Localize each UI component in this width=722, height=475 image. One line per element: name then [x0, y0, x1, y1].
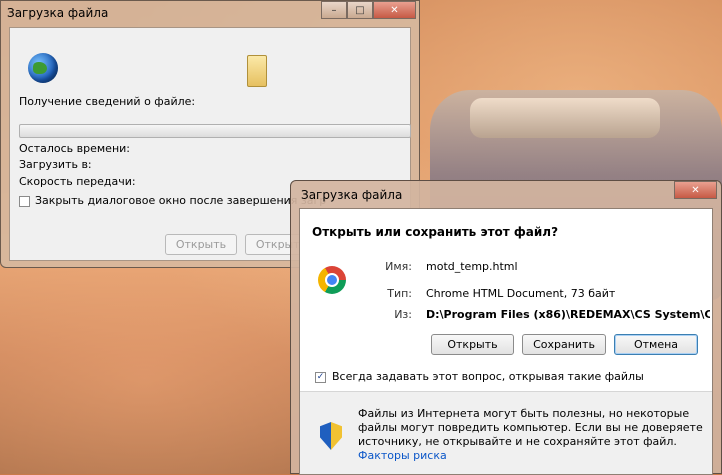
- cancel-button[interactable]: Отмена: [614, 334, 698, 355]
- file-type-value: Chrome HTML Document, 73 байт: [426, 287, 616, 300]
- file-info-label: Получение сведений о файле:: [19, 95, 196, 108]
- folder-icon: [247, 55, 267, 87]
- minimize-button[interactable]: –: [321, 1, 347, 19]
- window-title: Загрузка файла: [7, 6, 109, 20]
- always-ask-label: Всегда задавать этот вопрос, открывая та…: [332, 370, 644, 383]
- file-name-value: motd_temp.html: [426, 260, 518, 273]
- maximize-icon: □: [355, 4, 365, 16]
- minimize-icon: –: [331, 4, 337, 16]
- warning-message: Файлы из Интернета могут быть полезны, н…: [358, 407, 703, 448]
- close-dialog-checkbox-label: Закрыть диалоговое окно после завершения…: [35, 194, 327, 207]
- save-button[interactable]: Сохранить: [522, 334, 606, 355]
- desktop-rock-top: [470, 98, 660, 138]
- open-button[interactable]: Открыть: [165, 234, 237, 255]
- close-dialog-checkbox[interactable]: [19, 196, 30, 207]
- shield-icon: [320, 422, 342, 450]
- security-warning-text: Файлы из Интернета могут быть полезны, н…: [358, 407, 703, 463]
- security-warning-area: Файлы из Интернета могут быть полезны, н…: [300, 392, 712, 474]
- open-button[interactable]: Открыть: [431, 334, 514, 355]
- close-button[interactable]: ✕: [373, 1, 416, 19]
- from-label: Из:: [394, 308, 412, 321]
- dialog-heading: Открыть или сохранить этот файл?: [312, 225, 559, 239]
- close-icon: ✕: [691, 184, 700, 196]
- chrome-file-icon: [318, 266, 346, 294]
- risk-factors-link[interactable]: Факторы риска: [358, 449, 447, 462]
- close-button[interactable]: ✕: [674, 181, 717, 199]
- caption-buttons: ✕: [674, 181, 717, 199]
- download-progress-bar: [19, 124, 411, 138]
- maximize-button[interactable]: □: [347, 1, 373, 19]
- always-ask-checkbox[interactable]: ✓: [315, 372, 326, 383]
- time-left-label: Осталось времени:: [19, 142, 130, 155]
- file-source-value: D:\Program Files (x86)\REDEMAX\CS System…: [426, 308, 710, 321]
- globe-icon: [28, 53, 58, 83]
- name-label: Имя:: [385, 260, 412, 273]
- dialog-title: Загрузка файла: [301, 188, 403, 202]
- close-icon: ✕: [390, 4, 399, 16]
- open-save-dialog: Загрузка файла ✕ Открыть или сохранить э…: [290, 180, 722, 475]
- caption-buttons: – □ ✕: [321, 1, 416, 19]
- dialog-client-area: Открыть или сохранить этот файл? Имя: mo…: [299, 208, 713, 475]
- download-to-label: Загрузить в:: [19, 158, 92, 171]
- speed-label: Скорость передачи:: [19, 175, 136, 188]
- type-label: Тип:: [387, 287, 412, 300]
- checkmark-icon: ✓: [316, 372, 325, 382]
